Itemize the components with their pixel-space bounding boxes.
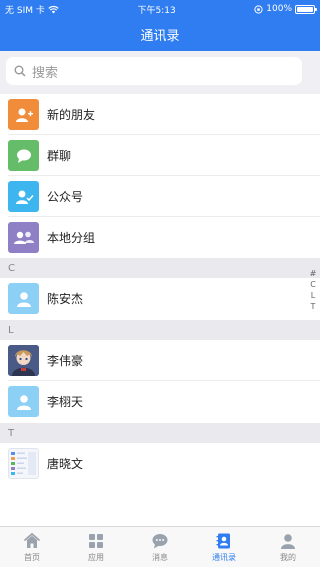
default-avatar-icon [8,386,39,417]
contact-name: 李伟豪 [47,354,84,368]
section-header-t: T [0,423,320,443]
page-title: 通讯录 [140,29,180,44]
status-bar: 无 SIM 卡 下午5:13 100% [0,0,320,18]
search-input[interactable]: 搜索 [6,57,302,85]
tab-label: 应用 [88,552,104,562]
section-header-l: L [0,320,320,340]
anime-avatar [8,345,39,376]
list-item-official-accounts[interactable]: 公众号 [0,176,320,217]
contact-row[interactable]: 李伟豪 [0,340,320,381]
apps-icon [89,533,103,548]
app-screenshot-avatar [8,448,39,479]
search-placeholder: 搜索 [32,65,59,81]
contact-row[interactable]: 陈安杰 [0,278,320,319]
official-account-icon [8,181,39,212]
battery-percent: 100% [266,4,292,14]
nav-bar: 通讯录 [0,18,320,51]
contact-name: 唐晓文 [47,457,84,471]
list-item-label: 公众号 [47,190,84,204]
list-item-local-groups[interactable]: 本地分组 [0,217,320,258]
orientation-lock-icon [254,4,263,14]
battery-icon [295,4,317,14]
list-item-label: 群聊 [47,149,72,163]
tab-apps[interactable]: 应用 [64,527,128,567]
tab-label: 首页 [24,552,40,562]
home-icon [23,532,41,548]
tab-label: 通讯录 [212,552,236,562]
message-icon [152,533,168,548]
contact-list[interactable]: 新的朋友 群聊 公众号 本地分组 C 陈安杰 L 李伟豪 李栩天 T 唐晓文 [0,94,320,526]
alphabet-index-bar[interactable]: # C L T [309,268,317,312]
list-item-group-chat[interactable]: 群聊 [0,135,320,176]
contacts-icon [216,533,230,548]
profile-icon [281,533,295,549]
search-icon [14,65,26,77]
local-group-icon [8,222,39,253]
tab-contacts[interactable]: 通讯录 [192,527,256,567]
group-chat-icon [8,140,39,171]
index-letter[interactable]: T [311,301,316,312]
clock: 下午5:13 [137,5,176,16]
search-area: 搜索 [0,51,320,94]
carrier-label: 无 SIM 卡 [5,5,45,16]
tab-profile[interactable]: 我的 [256,527,320,567]
tab-label: 消息 [152,552,168,562]
list-item-label: 新的朋友 [47,108,96,122]
contact-row[interactable]: 唐晓文 [0,443,320,484]
index-letter[interactable]: # [310,268,317,279]
tab-label: 我的 [280,552,296,562]
add-friend-icon [8,99,39,130]
section-header-c: C [0,258,320,278]
wifi-icon [48,5,59,13]
contact-row[interactable]: 李栩天 [0,381,320,422]
tab-messages[interactable]: 消息 [128,527,192,567]
list-item-new-friends[interactable]: 新的朋友 [0,94,320,135]
list-item-label: 本地分组 [47,231,96,245]
default-avatar-icon [8,283,39,314]
tab-bar: 首页 应用 消息 通讯录 我的 [0,526,320,567]
tab-home[interactable]: 首页 [0,527,64,567]
index-letter[interactable]: C [310,279,316,290]
contact-name: 李栩天 [47,395,84,409]
index-letter[interactable]: L [311,290,315,301]
contact-name: 陈安杰 [47,292,84,306]
